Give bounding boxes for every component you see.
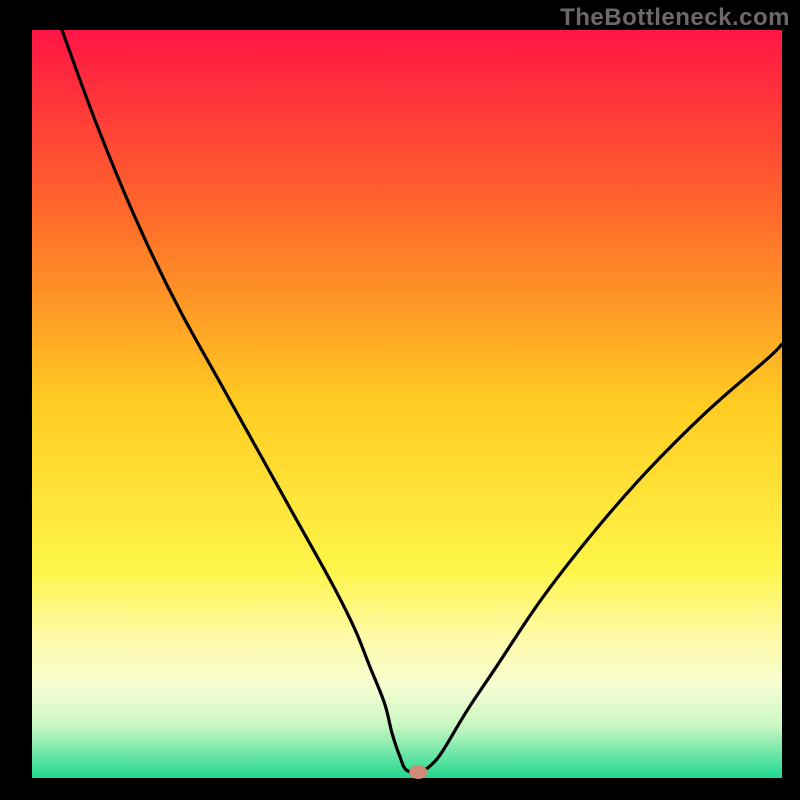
highlight-marker <box>409 765 427 779</box>
bottleneck-chart <box>0 0 800 800</box>
watermark-label: TheBottleneck.com <box>560 4 790 32</box>
plot-background <box>32 30 782 778</box>
chart-frame: TheBottleneck.com <box>0 0 800 800</box>
